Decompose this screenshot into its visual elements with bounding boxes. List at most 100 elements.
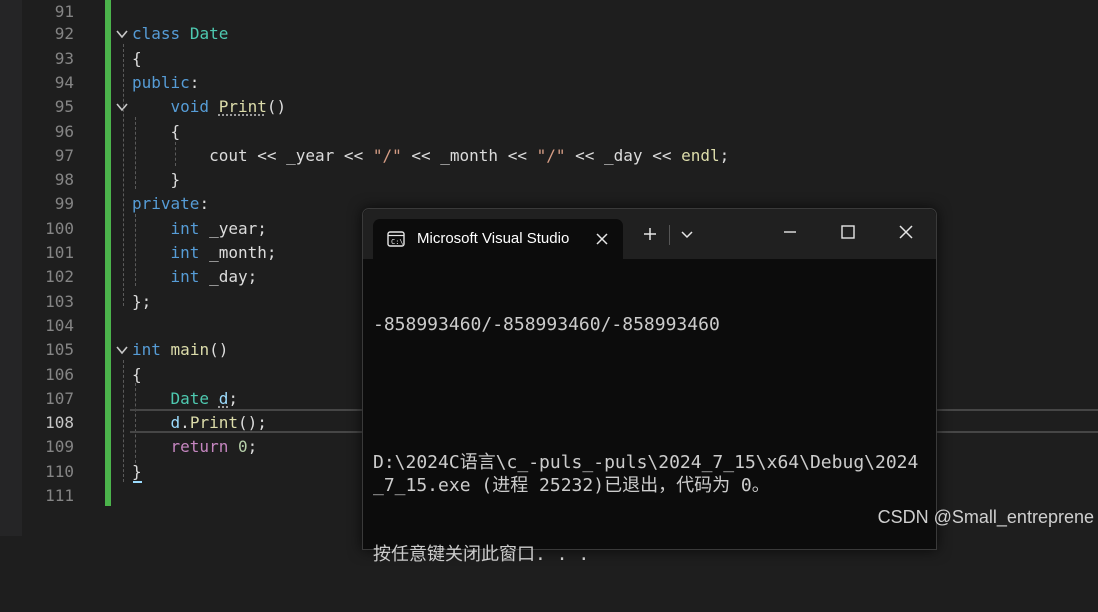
function-token: main [170, 340, 210, 360]
keyword-token: int [170, 218, 200, 238]
terminal-icon: C:\ [387, 231, 405, 247]
code-line[interactable]: int _year; [132, 217, 267, 241]
line-number: 109 [45, 437, 74, 457]
line-number: 92 [54, 24, 74, 44]
dropdown-chevron-icon[interactable] [678, 225, 696, 243]
scope-guide [123, 360, 124, 482]
text-cursor [133, 481, 142, 483]
line-number: 95 [54, 97, 74, 117]
identifier-token: _day; [199, 267, 258, 287]
code-line[interactable]: { [132, 47, 142, 71]
operator-token: << [565, 145, 605, 165]
code-line[interactable]: void Print() [132, 95, 287, 119]
string-token: "/" [372, 145, 402, 165]
identifier-token: d [170, 413, 181, 433]
punct-token: ; [719, 145, 730, 165]
close-tab-icon[interactable] [595, 232, 609, 246]
operator-token: << [334, 145, 373, 165]
code-line[interactable]: int _day; [132, 265, 258, 289]
console-tab-title: Microsoft Visual Studio Debug Console [417, 230, 573, 247]
line-number: 91 [54, 2, 74, 21]
console-tab[interactable]: C:\ Microsoft Visual Studio Debug Consol… [373, 219, 623, 259]
collapse-chevron-icon[interactable] [115, 27, 129, 41]
line-number: 94 [54, 72, 74, 92]
keyword-token: int [132, 340, 161, 360]
new-tab-plus-icon[interactable] [641, 225, 659, 243]
code-line[interactable]: int main() [132, 338, 228, 362]
titlebar-divider [669, 225, 670, 245]
brace-token: } [132, 461, 142, 481]
operator-token: << [247, 145, 287, 165]
function-token: endl [681, 145, 720, 165]
line-number: 93 [54, 48, 74, 68]
identifier-token: _month [440, 145, 499, 165]
line-number: 106 [45, 364, 74, 384]
keyword-token: void [170, 97, 210, 117]
line-number: 99 [54, 194, 74, 214]
console-output-line: -858993460/-858993460/-858993460 [373, 314, 720, 335]
editor-margin [0, 0, 22, 536]
punct-token: () [266, 97, 287, 117]
type-token: Date [170, 388, 210, 408]
punct-token: (); [237, 413, 267, 433]
console-output[interactable]: -858993460/-858993460/-858993460 D:\2024… [373, 267, 928, 612]
code-line-current[interactable]: d.Print(); [132, 411, 267, 435]
line-number: 100 [45, 218, 74, 238]
collapse-chevron-icon[interactable] [115, 343, 129, 357]
maximize-icon[interactable] [839, 223, 857, 241]
punct-token: : [199, 194, 210, 214]
code-line[interactable]: Date d; [132, 387, 238, 411]
code-line[interactable]: private: [132, 192, 209, 216]
console-titlebar[interactable]: C:\ Microsoft Visual Studio Debug Consol… [363, 209, 936, 259]
number-token: 0 [237, 437, 248, 457]
console-output-line: D:\2024C语言\c_-puls_-puls\2024_7_15\x64\D… [373, 452, 919, 496]
identifier-token: _year [286, 145, 335, 165]
console-output-line: 按任意键关闭此窗口. . . [373, 544, 590, 565]
identifier-token: _year; [199, 218, 267, 238]
close-window-icon[interactable] [897, 223, 915, 241]
identifier-token: _day [604, 145, 643, 165]
svg-text:C:\: C:\ [391, 238, 404, 246]
code-line[interactable]: class Date [132, 22, 228, 46]
line-number: 107 [45, 388, 74, 408]
code-line[interactable]: }; [132, 290, 151, 314]
code-line[interactable]: public: [132, 71, 199, 95]
code-line[interactable]: { [132, 363, 142, 387]
string-token: "/" [536, 145, 566, 165]
punct-token: ; [247, 437, 258, 457]
code-line[interactable]: return 0; [132, 435, 258, 459]
code-line[interactable]: } [132, 168, 181, 192]
brace-token: { [170, 121, 181, 141]
change-tracking-bar [105, 0, 111, 506]
line-number: 103 [45, 291, 74, 311]
function-token: Print [189, 413, 238, 433]
line-number: 98 [54, 170, 74, 190]
line-number-current: 108 [45, 413, 74, 433]
collapse-chevron-icon[interactable] [115, 100, 129, 114]
code-line[interactable]: int _month; [132, 241, 277, 265]
code-line[interactable]: { [132, 120, 181, 144]
debug-console-window[interactable]: C:\ Microsoft Visual Studio Debug Consol… [362, 208, 937, 565]
operator-token: << [498, 145, 537, 165]
keyword-token: class [132, 24, 181, 44]
scope-guide [123, 44, 124, 306]
punct-token: () [209, 340, 229, 360]
watermark-text: CSDN @Small_entreprene [877, 507, 1094, 527]
identifier-token: cout [209, 145, 248, 165]
operator-token: << [401, 145, 441, 165]
line-number: 96 [54, 121, 74, 141]
code-line[interactable]: cout << _year << "/" << _month << "/" <<… [132, 144, 729, 168]
minimize-icon[interactable] [781, 223, 799, 241]
punct-token: : [189, 72, 200, 92]
line-number: 101 [45, 243, 74, 262]
line-number: 102 [45, 267, 74, 287]
brace-token: { [132, 364, 142, 384]
brace-token: { [132, 48, 142, 68]
brace-token: } [170, 170, 181, 190]
type-token: Date [189, 24, 229, 44]
identifier-token: _month; [199, 243, 277, 262]
line-number: 110 [45, 461, 74, 481]
line-number: 104 [45, 315, 74, 335]
punct-token: . [180, 413, 190, 433]
